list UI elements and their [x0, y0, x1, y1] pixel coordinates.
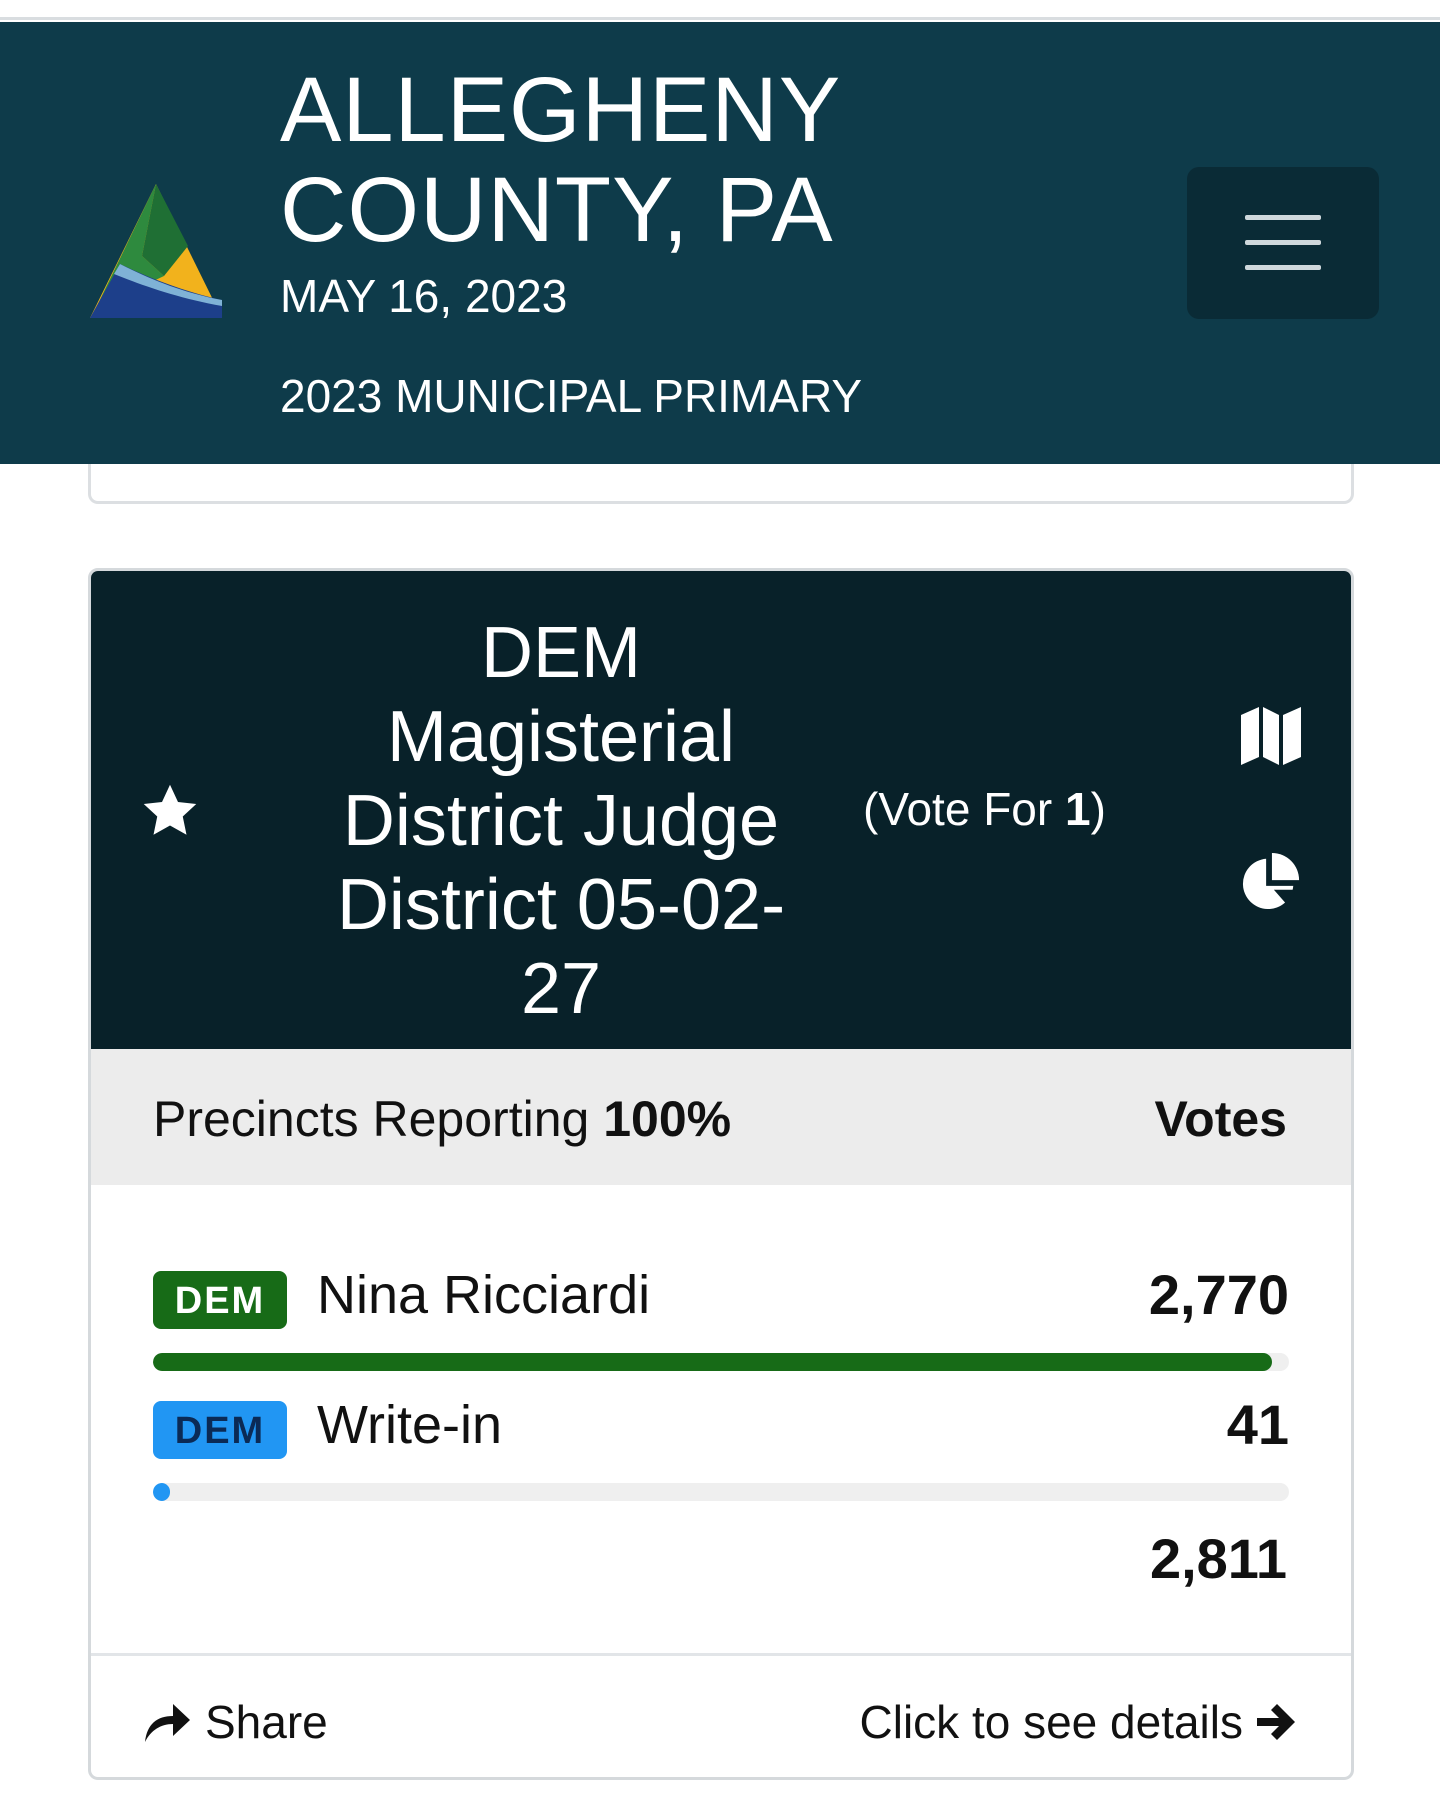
- county-name-line2: COUNTY, PA: [280, 159, 834, 261]
- vote-for-number: 1: [1064, 783, 1091, 835]
- previous-race-card: [88, 464, 1354, 504]
- race-title-line: Magisterial: [386, 697, 736, 777]
- star-icon[interactable]: [139, 781, 201, 841]
- share-label: Share: [205, 1696, 328, 1748]
- precincts-reporting-label: Precincts Reporting: [153, 1091, 590, 1147]
- candidate-row[interactable]: DEM Nina Ricciardi 2,770: [153, 1259, 1289, 1371]
- race-card: DEM Magisterial District Judge District …: [88, 568, 1354, 1780]
- race-title-line: DEM: [481, 613, 641, 693]
- share-icon: [145, 1704, 190, 1742]
- total-votes: 2,811: [1149, 1527, 1287, 1590]
- hamburger-menu-icon-bar: [1245, 240, 1321, 245]
- vote-for-suffix: ): [1090, 783, 1106, 835]
- race-title-line: 27: [520, 949, 602, 1029]
- vote-for-label: (Vote For 1): [863, 781, 1153, 837]
- race-title-line: District Judge: [342, 781, 780, 861]
- race-header: DEM Magisterial District Judge District …: [91, 571, 1351, 1049]
- pie-chart-icon[interactable]: [1239, 851, 1301, 913]
- candidate-row[interactable]: DEM Write-in 41: [153, 1389, 1289, 1501]
- votes-column-header: Votes: [1154, 1091, 1287, 1147]
- vote-share-bar: [153, 1483, 1289, 1501]
- top-divider: [0, 0, 1440, 20]
- hamburger-menu-icon-bar: [1245, 265, 1321, 270]
- candidate-name: Nina Ricciardi: [317, 1265, 651, 1325]
- county-name-line1: ALLEGHENY: [280, 59, 842, 161]
- precincts-reporting-value: 100%: [603, 1091, 732, 1147]
- county-logo-icon: [90, 184, 222, 318]
- see-details-label: Click to see details: [859, 1696, 1244, 1748]
- precincts-reporting: Precincts Reporting 100%: [153, 1089, 731, 1149]
- hamburger-menu-button[interactable]: [1187, 167, 1379, 319]
- election-name: 2023 MUNICIPAL PRIMARY: [280, 370, 863, 422]
- race-title-line: District 05-02-: [336, 865, 786, 945]
- vote-share-fill: [153, 1483, 170, 1501]
- candidate-votes: 41: [1226, 1393, 1289, 1456]
- hamburger-menu-icon: [1245, 215, 1321, 220]
- vote-share-fill: [153, 1353, 1273, 1371]
- vote-share-bar: [153, 1353, 1289, 1371]
- site-header: ALLEGHENY COUNTY, PA MAY 16, 2023 2023 M…: [0, 22, 1440, 464]
- county-name: ALLEGHENY COUNTY, PA: [280, 60, 841, 260]
- see-details-link[interactable]: Click to see details: [860, 1692, 1298, 1752]
- candidate-votes: 2,770: [1148, 1263, 1289, 1326]
- party-badge: DEM: [153, 1271, 287, 1329]
- vote-for-prefix: (Vote For: [863, 783, 1065, 835]
- party-badge: DEM: [153, 1401, 287, 1459]
- race-card-footer: Share Click to see details: [91, 1653, 1351, 1777]
- race-title: DEM Magisterial District Judge District …: [291, 611, 831, 1031]
- election-date: MAY 16, 2023: [280, 270, 568, 322]
- arrow-right-icon: [1257, 1703, 1295, 1740]
- map-icon[interactable]: [1239, 703, 1303, 767]
- candidate-name: Write-in: [317, 1395, 503, 1455]
- precincts-reporting-bar: Precincts Reporting 100% Votes: [91, 1049, 1351, 1185]
